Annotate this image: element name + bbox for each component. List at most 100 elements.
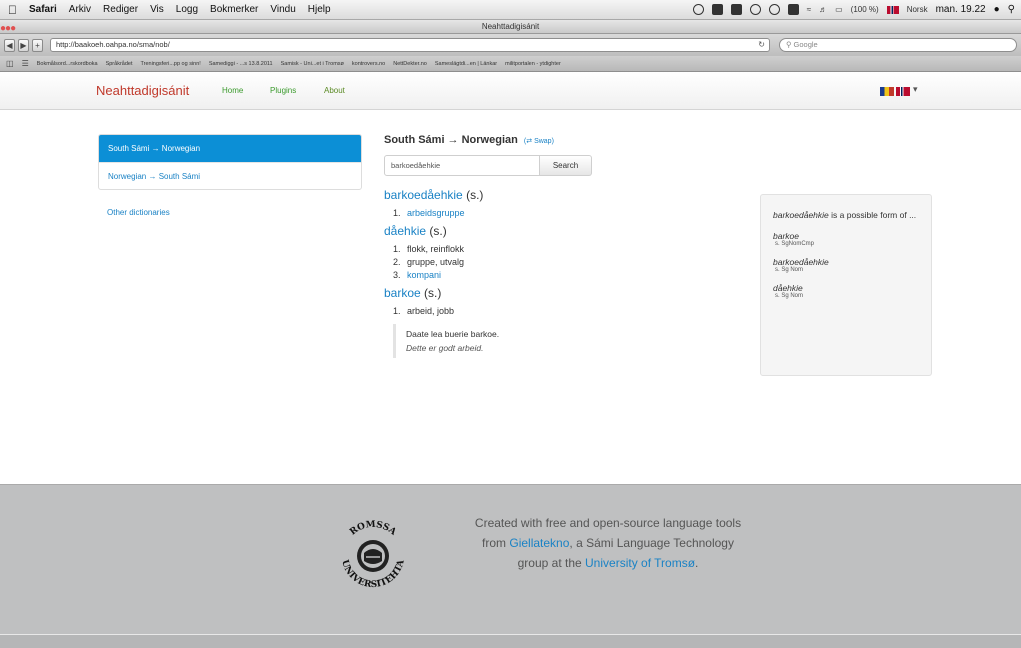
search-placeholder: Google [793,40,818,49]
sense-item: 3. kompani [384,269,744,282]
search-field[interactable]: ⚲ Google [778,38,1017,52]
example-translation: Dette er godt arbeid. [406,343,484,353]
user-icon[interactable]: ● [994,4,1000,15]
menu-vis[interactable]: Vis [150,4,164,15]
sense-item: 1. arbeidsgruppe [384,207,744,220]
sense-number: 1. [393,244,401,254]
entry-head: barkoedåehkie (s.) [384,188,744,202]
bookmark-item[interactable]: NettDekter.no [393,61,427,67]
footer-text-span: . [695,556,699,570]
site-navbar: Neahttadigisánit Home Plugins About ▾ [0,72,1021,110]
nav-home[interactable]: Home [222,86,243,95]
bookmarks-bar: ◫ ☰ Bokmålsord...rskordboka Språkrådet T… [0,56,1021,72]
analysis-tag: s. Sg Nom [775,293,804,299]
dictionary-sidebar: South Sámi → Norwegian Norwegian → South… [98,134,362,217]
battery-icon[interactable]: ▭ [835,5,843,14]
bluetooth-icon[interactable] [787,4,799,15]
sense-text: arbeid, jobb [407,306,455,316]
footer-line: from Giellatekno, a Sámi Language Techno… [428,533,788,553]
entry-head: dåehkie (s.) [384,224,744,238]
sense-link[interactable]: arbeidsgruppe [407,208,465,218]
clock[interactable]: man. 19.22 [936,4,986,15]
analysis-word: barkoedåehkie [773,210,829,220]
footer-credits: Created with free and open-source langua… [428,513,788,573]
add-bookmark-icon[interactable]: + [31,38,43,52]
example-source: Daate lea buerie barkoe. [406,329,500,339]
forward-icon[interactable]: ▶ [17,38,29,52]
search-icon: ⚲ [785,40,794,49]
bookmark-item[interactable]: militportalen - ytdighter [505,61,561,67]
bookmark-item[interactable]: Språkrådet [106,61,133,67]
south-sami-flag-icon[interactable] [880,87,894,96]
menu-bokmerker[interactable]: Bokmerker [210,4,258,15]
swap-link[interactable]: (⇄ Swap) [524,138,554,145]
reload-icon[interactable]: ↻ [758,39,765,51]
address-bar[interactable]: http://baakoeh.oahpa.no/sma/nob/ ↻ [49,38,770,52]
sense-text: flokk, reinflokk [407,244,465,254]
menu-app-safari[interactable]: Safari [29,4,57,15]
footer-text-span: , a Sámi Language Technology [569,536,734,550]
bookmark-item[interactable]: Bokmålsord...rskordboka [37,61,98,67]
page-title: South Sámi → Norwegian (⇄ Swap) [384,134,744,146]
norway-flag-icon[interactable] [896,87,910,96]
usage-example: Daate lea buerie barkoe. Dette er godt a… [393,324,543,358]
sense-number: 1. [393,208,401,218]
bookmark-item[interactable]: Treningsferi...pp og sinn! [140,61,200,67]
apple-icon[interactable]:  [8,3,17,17]
analysis-panel: barkoedåehkie is a possible form of ... … [760,194,932,376]
entry-lemma[interactable]: barkoedåehkie [384,188,463,202]
bookmark-item[interactable]: Samediggi - ...s 13.8.2011 [209,61,273,67]
bookmark-item[interactable]: kontrovers.no [352,61,385,67]
os-menubar:  Safari Arkiv Rediger Vis Logg Bokmerke… [0,0,1021,20]
display-icon[interactable] [730,4,742,15]
chevron-down-icon[interactable]: ▾ [913,84,918,95]
window-titlebar: ●●● Neahttadigisánit [0,20,1021,34]
entry: barkoedåehkie (s.) 1. arbeidsgruppe [384,188,744,220]
entry: dåehkie (s.) 1. flokk, reinflokk 2. gruppe… [384,224,744,282]
other-dictionaries-link[interactable]: Other dictionaries [98,208,362,217]
wifi-icon[interactable]: ≈ [807,5,811,14]
bookmark-item[interactable]: Samisk - Uni...et i Tromsø [281,61,344,67]
volume-icon[interactable]: ♬ [819,5,827,14]
sense-link[interactable]: kompani [407,270,441,280]
entry: barkoe (s.) 1. arbeid, jobb Daate lea bue… [384,286,744,358]
entry-lemma[interactable]: dåehkie [384,224,426,238]
nav-plugins[interactable]: Plugins [270,86,296,95]
input-language[interactable]: Norsk [907,5,928,14]
reading-list-icon[interactable]: ◫ [6,59,14,68]
word-search-input[interactable]: barkoedåehkie [384,155,540,176]
address-url: http://baakoeh.oahpa.no/sma/nob/ [55,40,170,49]
dictionary-list: South Sámi → Norwegian Norwegian → South… [98,134,362,190]
entry-lemma[interactable]: barkoe [384,286,421,300]
main-content: South Sámi → Norwegian (⇄ Swap) barkoedå… [384,134,744,358]
search-button[interactable]: Search [540,155,592,176]
sidebar-item-sma-nob[interactable]: South Sámi → Norwegian [99,135,361,162]
university-seal-logo: ROMSSA UNIVERSITEHTA [339,520,407,590]
menu-logg[interactable]: Logg [176,4,198,15]
bookmarks-icon[interactable]: ☰ [22,59,29,68]
app-tray-icon[interactable] [711,4,723,15]
norway-flag-icon[interactable] [886,5,899,14]
sidebar-item-nob-sma[interactable]: Norwegian → South Sámi [99,162,361,189]
site-footer: ROMSSA UNIVERSITEHTA Created with free a… [0,484,1021,634]
menu-hjelp[interactable]: Hjelp [308,4,331,15]
sync-icon[interactable] [749,4,761,15]
sense-number: 3. [393,270,401,280]
time-machine-icon[interactable] [768,4,780,15]
analysis-lemma: dåehkie [773,283,803,293]
menu-arkiv[interactable]: Arkiv [69,4,91,15]
bookmark-item[interactable]: Sameslägtdi...en | Länkar [435,61,497,67]
menu-rediger[interactable]: Rediger [103,4,138,15]
site-brand[interactable]: Neahttadigisánit [96,83,189,98]
giellatekno-link[interactable]: Giellatekno [509,536,569,550]
page-title-text: South Sámi → Norwegian [384,134,518,146]
nav-about[interactable]: About [324,86,345,95]
menu-vindu[interactable]: Vindu [270,4,295,15]
spotlight-icon[interactable]: ⚲ [1008,4,1015,15]
back-icon[interactable]: ◀ [4,38,15,52]
clock-icon[interactable] [692,4,704,15]
footer-line: group at the University of Tromsø. [428,553,788,573]
footer-text-span: from [482,536,510,550]
entry-pos: (s.) [424,286,442,300]
university-link[interactable]: University of Tromsø [585,556,695,570]
